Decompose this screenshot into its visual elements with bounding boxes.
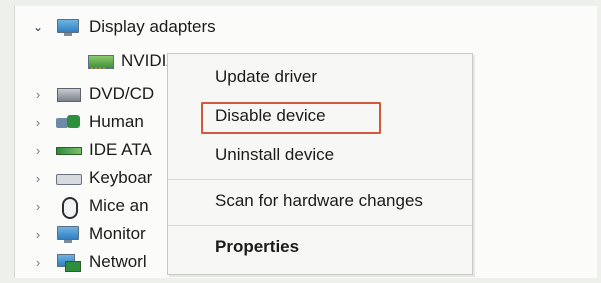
dvd-drive-icon — [55, 84, 81, 104]
network-adapter-icon — [55, 252, 81, 272]
menu-item-label: Disable device — [215, 106, 326, 125]
tree-item-label: DVD/CD — [89, 84, 155, 103]
menu-item-label: Properties — [215, 237, 300, 256]
chevron-right-icon[interactable]: › — [29, 197, 47, 215]
menu-item-scan-hardware[interactable]: Scan for hardware changes — [168, 184, 472, 218]
menu-item-update-driver[interactable]: Update driver — [168, 60, 472, 94]
keyboard-icon — [55, 168, 82, 188]
tree-item-label: IDE ATA — [89, 140, 152, 159]
chevron-right-icon[interactable]: › — [29, 253, 47, 271]
tree-item-label: Networl — [89, 252, 147, 271]
gpu-icon — [87, 51, 114, 71]
menu-separator — [168, 225, 472, 226]
display-adapter-icon — [55, 17, 81, 37]
tree-item-label: Display adapters — [89, 17, 216, 36]
chevron-right-icon[interactable]: › — [29, 85, 47, 103]
chevron-down-icon[interactable]: ⌄ — [29, 18, 47, 36]
menu-separator — [168, 179, 472, 180]
chevron-right-icon[interactable]: › — [29, 225, 47, 243]
ide-controller-icon — [55, 140, 82, 160]
menu-item-label: Update driver — [215, 67, 318, 86]
menu-item-disable-device[interactable]: Disable device — [168, 99, 472, 133]
human-interface-icon — [55, 112, 81, 132]
menu-item-label: Uninstall device — [215, 145, 335, 164]
tree-item-label: Monitor — [89, 224, 146, 243]
chevron-right-icon[interactable]: › — [29, 169, 47, 187]
tree-item-label: Human — [89, 112, 144, 131]
monitor-icon — [55, 224, 81, 244]
menu-item-uninstall-device[interactable]: Uninstall device — [168, 138, 472, 172]
chevron-right-icon[interactable]: › — [29, 141, 47, 159]
chevron-right-icon[interactable]: › — [29, 113, 47, 131]
context-menu: Update driver Disable device Uninstall d… — [167, 53, 473, 275]
tree-item-label: Keyboar — [89, 168, 153, 187]
menu-item-properties[interactable]: Properties — [168, 230, 472, 264]
tree-item-display-adapters[interactable]: ⌄ Display adapters — [29, 12, 589, 42]
mouse-icon — [55, 196, 81, 219]
menu-item-label: Scan for hardware changes — [215, 191, 423, 210]
device-manager-window: ⌄ Display adapters NVIDIA GeForce GT 103… — [0, 0, 601, 283]
tree-item-label: Mice an — [89, 196, 149, 215]
